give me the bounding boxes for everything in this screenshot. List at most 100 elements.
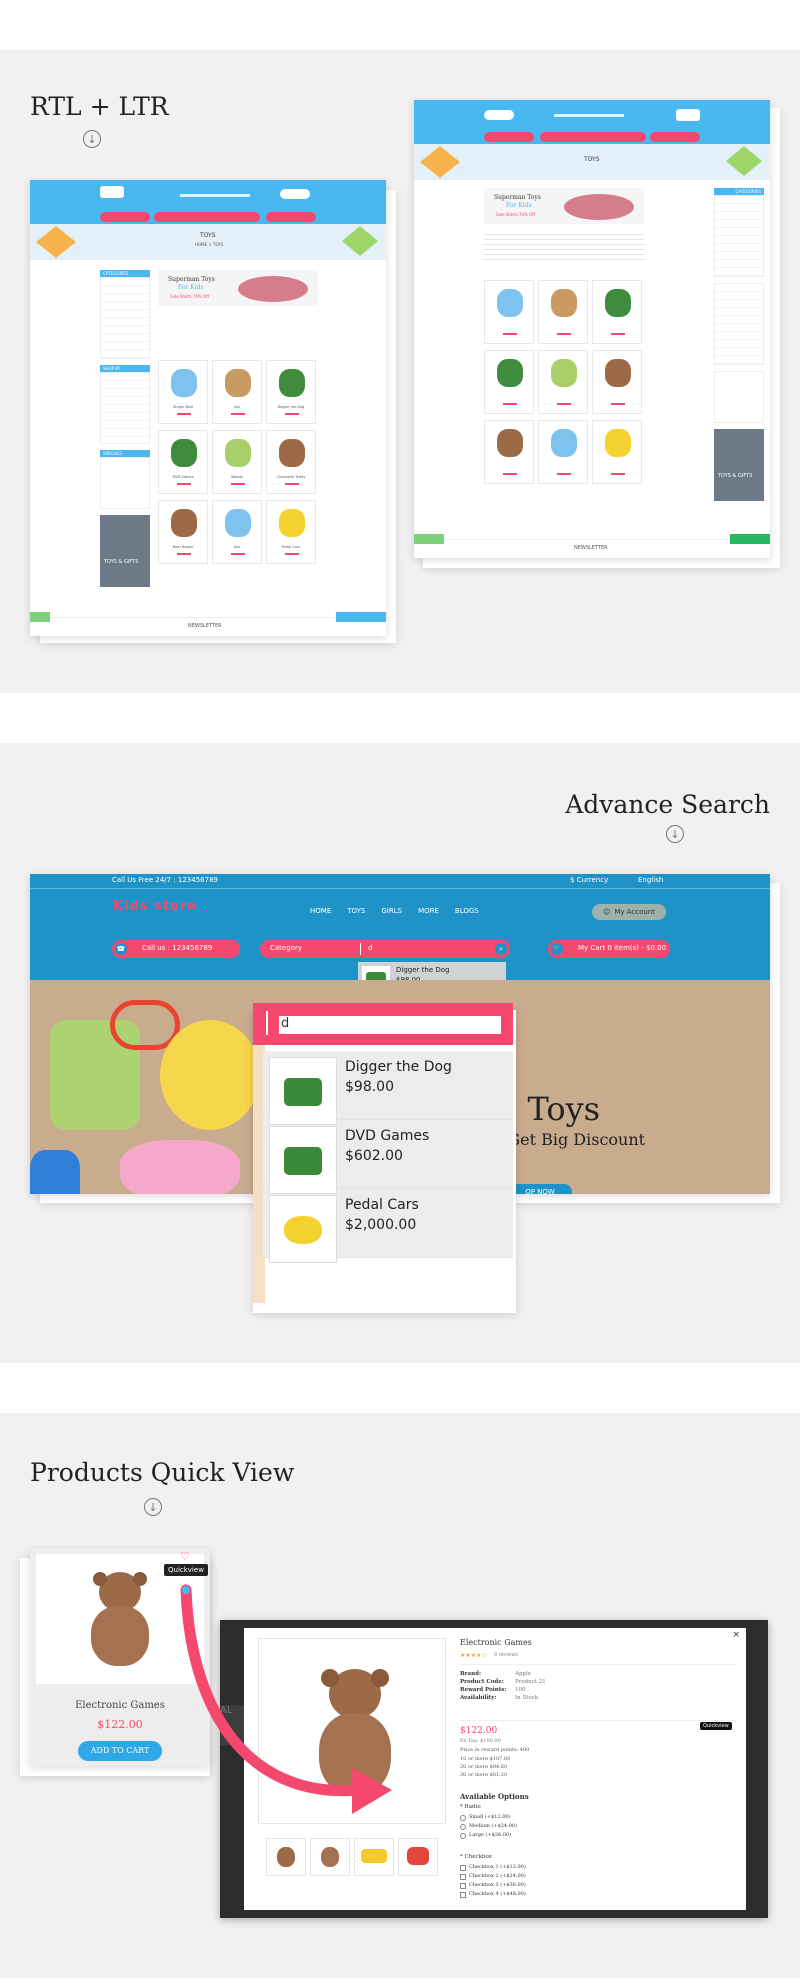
rtl-product-tile[interactable] bbox=[484, 420, 534, 484]
search-results-list: Digger the Dog $98.00 DVD Games $602.00 Peda… bbox=[263, 1051, 513, 1263]
section-title-advance-search: Advance Search bbox=[565, 790, 770, 819]
search-result-item[interactable]: DVD Games $602.00 bbox=[263, 1120, 513, 1194]
checkbox-square-icon[interactable] bbox=[460, 1873, 466, 1880]
reviews-link[interactable]: 0 reviews bbox=[494, 1652, 518, 1658]
tractor-icon bbox=[284, 1078, 322, 1106]
heart-icon[interactable]: ♡ bbox=[180, 1550, 190, 1563]
checkbox-square-icon[interactable] bbox=[460, 1864, 466, 1871]
rtl-product-tile[interactable] bbox=[592, 280, 642, 344]
rtl-product-tile[interactable] bbox=[592, 350, 642, 414]
thumb-ride[interactable] bbox=[398, 1838, 438, 1876]
checkbox-option[interactable]: Checkbox 3 (+$36.00) bbox=[460, 1881, 526, 1890]
hero-banner: TOYS HOME > TOYS bbox=[30, 224, 386, 260]
tractor-icon bbox=[284, 1147, 322, 1175]
ltr-product-tile[interactable]: Bear Brown bbox=[158, 500, 208, 564]
product-tile-name[interactable]: Bear Brown bbox=[159, 545, 207, 549]
search-input-field[interactable]: d bbox=[253, 1003, 513, 1045]
product-tile-name[interactable]: DVD Games bbox=[159, 475, 207, 479]
spec-key: Availability: bbox=[460, 1695, 497, 1701]
nav-item[interactable]: TOYS bbox=[347, 907, 365, 915]
spec-key: Product Code: bbox=[460, 1679, 504, 1685]
ltr-product-tile[interactable]: Woody bbox=[212, 430, 262, 494]
ltr-product-tile[interactable]: Chocolate Teddy bbox=[266, 430, 316, 494]
search-result-item[interactable]: Pedal Cars $2,000.00 bbox=[263, 1189, 513, 1263]
product-tile-name[interactable]: Pedal Cars bbox=[267, 545, 315, 549]
radio-option[interactable]: Medium (+$24.00) bbox=[460, 1822, 517, 1831]
checkbox-option[interactable]: Checkbox 2 (+$24.00) bbox=[460, 1872, 526, 1881]
search-icon[interactable]: ⌕ bbox=[495, 943, 507, 955]
toy-thumbnail bbox=[171, 369, 197, 397]
rtl-product-tile[interactable] bbox=[484, 350, 534, 414]
product-tile-name[interactable]: Chocolate Teddy bbox=[267, 475, 315, 479]
thumb-car[interactable] bbox=[354, 1838, 394, 1876]
toy-thumbnail bbox=[497, 289, 523, 317]
cart-pill[interactable]: 🛒 My Cart 0 item(s) - $0.00 bbox=[548, 940, 670, 958]
product-tile-name[interactable]: Ginger Blue bbox=[159, 405, 207, 409]
ltr-product-tile[interactable]: Ginger Blue bbox=[158, 360, 208, 424]
scroll-down-icon-2[interactable]: ↓ bbox=[666, 825, 684, 843]
ltr-product-tile[interactable]: DVD Games bbox=[158, 430, 208, 494]
rating-stars[interactable]: ★★★★☆ bbox=[460, 1652, 487, 1659]
product-tile-name[interactable]: Woody bbox=[213, 475, 261, 479]
ltr-product-tile[interactable]: Jinx bbox=[212, 500, 262, 564]
nav-item[interactable]: BLOGS bbox=[455, 907, 479, 915]
add-to-cart-button[interactable]: ADD TO CART bbox=[78, 1741, 162, 1761]
rtl-product-tile[interactable] bbox=[538, 420, 588, 484]
radio-circle-icon[interactable] bbox=[460, 1814, 466, 1821]
product-tile-name[interactable]: Digger the Dog bbox=[267, 405, 315, 409]
toy-thumbnail bbox=[225, 369, 251, 397]
spec-row: Brand: Apple bbox=[460, 1670, 640, 1678]
rtl-product-tile[interactable] bbox=[592, 420, 642, 484]
thumb-bear-1[interactable] bbox=[266, 1838, 306, 1876]
rtl-product-tile[interactable] bbox=[538, 280, 588, 344]
checkbox-group: Checkbox 1 (+$12.00) Checkbox 2 (+$24.00)… bbox=[460, 1863, 526, 1899]
checkbox-square-icon[interactable] bbox=[460, 1882, 466, 1889]
product-name[interactable]: Electronic Games bbox=[30, 1700, 210, 1711]
close-icon[interactable]: × bbox=[732, 1630, 740, 1640]
search-input-mini[interactable]: d bbox=[368, 944, 372, 952]
product-card[interactable]: Quickview ♡ Electronic Games $122.00 ADD… bbox=[30, 1548, 210, 1766]
scroll-down-icon-3[interactable]: ↓ bbox=[144, 1498, 162, 1516]
checkbox-label: Checkbox 3 (+$36.00) bbox=[469, 1882, 526, 1888]
rtl-product-tile[interactable] bbox=[538, 350, 588, 414]
ltr-product-tile[interactable]: Pedal Cars bbox=[266, 500, 316, 564]
ltr-product-tile[interactable]: Digger the Dog bbox=[266, 360, 316, 424]
my-account-button[interactable]: ☺ My Account bbox=[592, 904, 666, 920]
ltr-product-tile[interactable]: Jinx bbox=[212, 360, 262, 424]
nav-item[interactable]: GIRLS bbox=[381, 907, 402, 915]
shop-now-button[interactable]: OP NOW bbox=[508, 1184, 572, 1194]
product-tile-name[interactable]: Jinx bbox=[213, 545, 261, 549]
radio-circle-icon[interactable] bbox=[460, 1823, 466, 1830]
price-bar bbox=[557, 473, 571, 475]
call-pill[interactable]: ☎ Call us : 123456789 bbox=[112, 940, 240, 958]
rtl-promo-banner[interactable]: TOYS & GIFTS bbox=[714, 429, 764, 501]
promo-banner[interactable]: TOYS & GIFTS bbox=[100, 515, 150, 587]
spec-value: Apple bbox=[515, 1671, 532, 1677]
checkbox-option[interactable]: Checkbox 1 (+$12.00) bbox=[460, 1863, 526, 1872]
price-bar bbox=[285, 483, 299, 485]
modal-main-image[interactable] bbox=[258, 1638, 446, 1824]
rtl-product-tile[interactable] bbox=[484, 280, 534, 344]
language-dropdown[interactable]: English bbox=[638, 876, 663, 884]
hero-title: TOYS bbox=[200, 232, 216, 239]
quickview-badge[interactable]: Quickview bbox=[164, 1564, 208, 1576]
radio-option[interactable]: Large (+$36.00) bbox=[460, 1831, 517, 1840]
product-tile-name[interactable]: Jinx bbox=[213, 405, 261, 409]
nav-item[interactable]: MORE bbox=[418, 907, 439, 915]
result-thumbnail bbox=[269, 1126, 337, 1194]
scroll-down-icon[interactable]: ↓ bbox=[83, 130, 101, 148]
checkbox-label: Checkbox 1 (+$12.00) bbox=[469, 1864, 526, 1870]
radio-circle-icon[interactable] bbox=[460, 1832, 466, 1839]
category-select[interactable]: Category bbox=[270, 944, 302, 952]
nav-item[interactable]: HOME bbox=[310, 907, 331, 915]
checkbox-option[interactable]: Checkbox 4 (+$48.00) bbox=[460, 1890, 526, 1899]
checkbox-square-icon[interactable] bbox=[460, 1891, 466, 1898]
search-bar[interactable]: Category d ⌕ bbox=[260, 940, 510, 958]
radio-option[interactable]: Small (+$12.00) bbox=[460, 1813, 517, 1822]
price-bar bbox=[231, 483, 245, 485]
search-result-item[interactable]: Digger the Dog $98.00 bbox=[263, 1051, 513, 1125]
kids-store-logo[interactable]: Kids store bbox=[113, 899, 197, 914]
currency-dropdown[interactable]: $ Currency bbox=[570, 876, 608, 884]
thumb-bear-2[interactable] bbox=[310, 1838, 350, 1876]
breadcrumb[interactable]: HOME > TOYS bbox=[195, 242, 223, 247]
